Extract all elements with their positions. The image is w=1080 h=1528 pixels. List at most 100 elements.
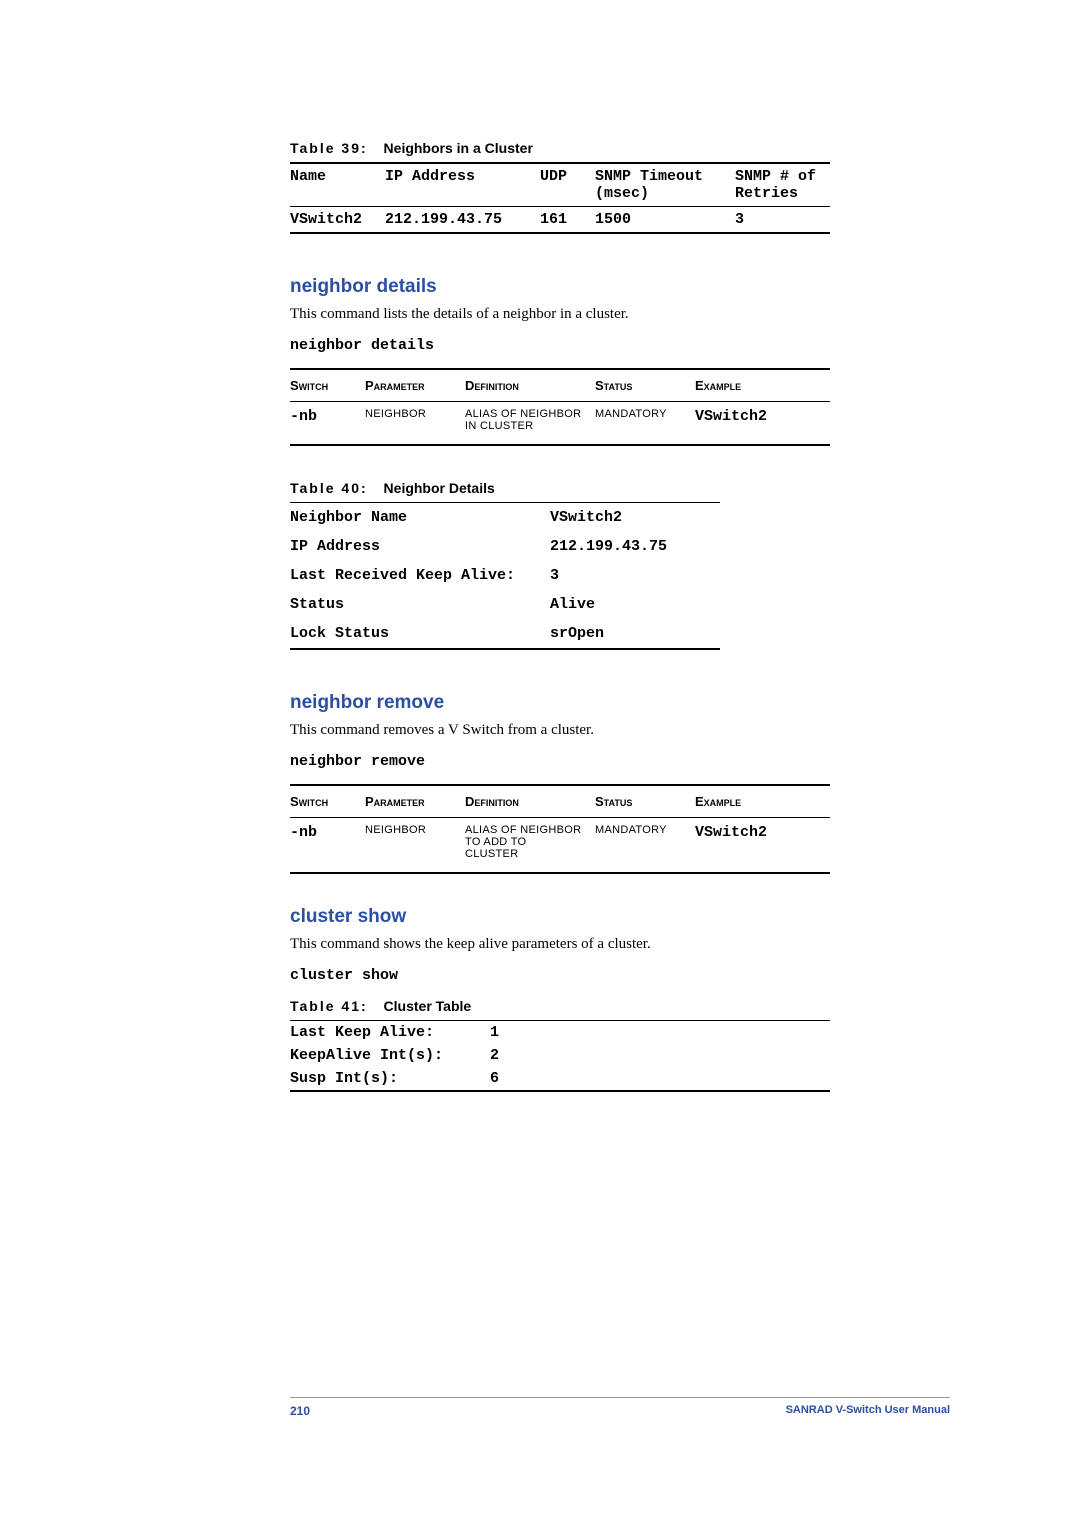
cmd-neighbor-details: neighbor details [290,337,950,354]
param-data-row: -nb NEIGHBOR ALIAS OF NEIGHBOR TO ADD TO… [290,818,830,866]
key: Last Received Keep Alive: [290,567,550,584]
heading-neighbor-details: neighbor details [290,276,950,298]
table39: Name IP Address UDP SNMP Timeout (msec) … [290,162,830,234]
rule [290,872,830,874]
col-udp: UDP [540,168,595,202]
table39-data-row: VSwitch2 212.199.43.75 161 1500 3 [290,207,830,232]
cell-definition: ALIAS OF NEIGHBOR IN CLUSTER [465,408,595,432]
table-row: Neighbor Name VSwitch2 [290,503,720,532]
cell-status: MANDATORY [595,408,695,420]
table-row: Last Received Keep Alive: 3 [290,561,720,590]
heading-neighbor-remove: neighbor remove [290,692,950,714]
hdr-parameter: Parameter [365,378,465,393]
def-l3: CLUSTER [465,848,595,860]
col-name: Name [290,168,385,202]
cell-timeout: 1500 [595,211,735,228]
desc-cluster-show: This command shows the keep alive parame… [290,936,950,953]
col-snmp-retries-l1: SNMP # of [735,168,830,185]
cell-udp: 161 [540,211,595,228]
cell-ip: 212.199.43.75 [385,211,540,228]
cell-definition: ALIAS OF NEIGHBOR TO ADD TO CLUSTER [465,824,595,860]
value: srOpen [550,625,720,642]
table39-title: Neighbors in a Cluster [384,140,533,156]
cmd-neighbor-remove: neighbor remove [290,753,950,770]
rule [290,648,720,650]
table41-number: Table 41: [290,998,368,1014]
hdr-status: Status [595,378,695,393]
param-table-neighbor-remove: Switch Parameter Definition Status Examp… [290,784,830,874]
table39-number: Table 39: [290,140,368,156]
def-l1: ALIAS OF NEIGHBOR [465,824,595,836]
table41: Last Keep Alive: 1 KeepAlive Int(s): 2 S… [290,1020,830,1092]
table41-title: Cluster Table [384,998,472,1014]
table-row: KeepAlive Int(s): 2 [290,1044,830,1067]
cell-name: VSwitch2 [290,211,385,228]
hdr-example: Example [695,378,815,393]
hdr-definition: Definition [465,378,595,393]
table41-caption: Table 41: Cluster Table [290,998,950,1014]
cell-example: VSwitch2 [695,824,815,841]
param-table-neighbor-details: Switch Parameter Definition Status Examp… [290,368,830,446]
table-row: Susp Int(s): 6 [290,1067,830,1090]
value: 1 [490,1024,590,1041]
table40-number: Table 40: [290,480,368,496]
param-data-row: -nb NEIGHBOR ALIAS OF NEIGHBOR IN CLUSTE… [290,402,830,438]
col-snmp-retries: SNMP # of Retries [735,168,830,202]
table-row: Lock Status srOpen [290,619,720,648]
hdr-example: Example [695,794,815,809]
value: Alive [550,596,720,613]
rule [290,232,830,234]
cell-parameter: NEIGHBOR [365,408,465,420]
hdr-switch: Switch [290,794,365,809]
desc-neighbor-remove: This command removes a V Switch from a c… [290,722,950,739]
value: 212.199.43.75 [550,538,720,555]
table-row: Last Keep Alive: 1 [290,1021,830,1044]
key: Last Keep Alive: [290,1024,490,1041]
cell-status: MANDATORY [595,824,695,836]
page-content: Table 39: Neighbors in a Cluster Name IP… [0,0,1080,1152]
def-l1: ALIAS OF NEIGHBOR [465,408,595,420]
table-row: Status Alive [290,590,720,619]
key: IP Address [290,538,550,555]
value: VSwitch2 [550,509,720,526]
param-header-row: Switch Parameter Definition Status Examp… [290,786,830,817]
cell-switch: -nb [290,408,365,425]
col-ip: IP Address [385,168,540,202]
col-snmp-timeout-l2: (msec) [595,185,735,202]
key: Lock Status [290,625,550,642]
table40: Neighbor Name VSwitch2 IP Address 212.19… [290,502,720,650]
page-footer: 210 SANRAD V-Switch User Manual [290,1397,950,1418]
key: Neighbor Name [290,509,550,526]
table-row: IP Address 212.199.43.75 [290,532,720,561]
value: 2 [490,1047,590,1064]
def-l2: IN CLUSTER [465,420,595,432]
page-number: 210 [290,1404,310,1418]
table39-header-row: Name IP Address UDP SNMP Timeout (msec) … [290,164,830,206]
cell-example: VSwitch2 [695,408,815,425]
desc-neighbor-details: This command lists the details of a neig… [290,306,950,323]
value: 6 [490,1070,590,1087]
hdr-status: Status [595,794,695,809]
manual-title: SANRAD V-Switch User Manual [786,1404,950,1418]
heading-cluster-show: cluster show [290,906,950,928]
hdr-definition: Definition [465,794,595,809]
param-header-row: Switch Parameter Definition Status Examp… [290,370,830,401]
def-l2: TO ADD TO [465,836,595,848]
cell-switch: -nb [290,824,365,841]
value: 3 [550,567,720,584]
key: Status [290,596,550,613]
hdr-parameter: Parameter [365,794,465,809]
cmd-cluster-show: cluster show [290,967,950,984]
cell-parameter: NEIGHBOR [365,824,465,836]
table40-caption: Table 40: Neighbor Details [290,480,950,496]
key: Susp Int(s): [290,1070,490,1087]
col-snmp-retries-l2: Retries [735,185,830,202]
hdr-switch: Switch [290,378,365,393]
cell-retries: 3 [735,211,830,228]
table39-caption: Table 39: Neighbors in a Cluster [290,140,950,156]
col-snmp-timeout: SNMP Timeout (msec) [595,168,735,202]
table40-title: Neighbor Details [384,480,495,496]
rule [290,1090,830,1092]
key: KeepAlive Int(s): [290,1047,490,1064]
col-snmp-timeout-l1: SNMP Timeout [595,168,735,185]
